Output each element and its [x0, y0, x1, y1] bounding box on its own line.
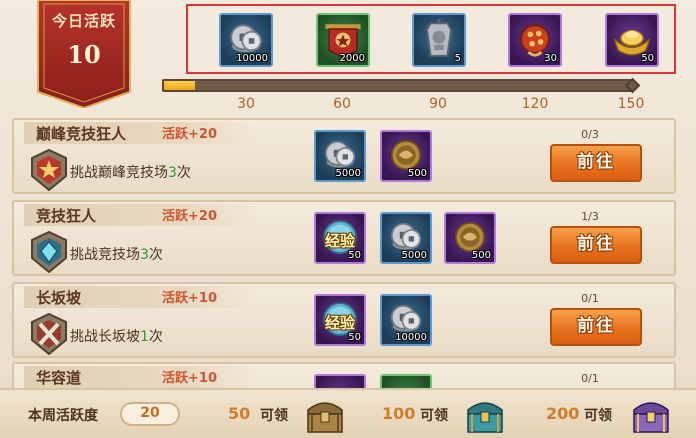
task-description-suffix: 次 [148, 247, 163, 263]
weekly-chest-points: 50 [228, 404, 251, 423]
task-required-count: 3 [140, 247, 149, 263]
reward-count: 5000 [335, 168, 361, 179]
weekly-activity-bar: 本周活跃度 20 50 可领 100 可领 200 可领 [0, 388, 696, 438]
task-progress-count: 0/3 [581, 128, 599, 141]
milestone-reward-120[interactable]: 30 [508, 13, 562, 67]
task-description: 挑战巅峰竞技场3次 [70, 162, 191, 182]
weekly-activity-label: 本周活跃度 [28, 408, 98, 424]
weekly-chest-claimable: 可领 [260, 408, 288, 424]
milestone-threshold-90: 90 [429, 96, 447, 112]
milestone-threshold-30: 30 [237, 96, 255, 112]
go-button[interactable]: 前往 [550, 226, 642, 264]
daily-activity-screen: 今日活跃 10 10000 2000 5 30 50 30 60 90 120 … [0, 0, 696, 438]
experience-label: 经验 [324, 314, 355, 332]
milestone-threshold-60: 60 [333, 96, 351, 112]
weekly-chest-claimable: 可领 [584, 408, 612, 424]
milestone-reward-150[interactable]: 50 [605, 13, 659, 67]
task-description: 挑战竞技场3次 [70, 244, 163, 264]
teal-chest-icon[interactable] [462, 392, 508, 436]
task-progress-count: 0/1 [581, 292, 599, 305]
weekly-chest-points: 200 [546, 404, 580, 423]
reward-count: 50 [348, 250, 361, 261]
milestone-threshold-120: 120 [521, 96, 549, 112]
go-button[interactable]: 前往 [550, 144, 642, 182]
reward-count: 30 [544, 53, 557, 64]
task-progress-count: 1/3 [581, 210, 599, 223]
task-row-arena: 竞技狂人 活跃+20 挑战竞技场3次 经验 50 5000 500 1/3 前往 [12, 200, 676, 276]
reward-count: 500 [471, 250, 491, 261]
weekly-chest-claimable: 可领 [420, 408, 448, 424]
task-description-text: 挑战竞技场 [70, 247, 140, 263]
task-points: 活跃+20 [162, 127, 217, 142]
task-reward-coins[interactable]: 5000 [314, 130, 366, 182]
task-name: 长坂坡 [36, 289, 82, 307]
weekly-chest-points: 100 [382, 404, 416, 423]
task-required-count: 3 [168, 165, 177, 181]
bronze-chest-icon[interactable] [302, 392, 348, 436]
task-required-count: 1 [140, 329, 149, 345]
task-reward-medal[interactable]: 500 [380, 130, 432, 182]
milestone-reward-90[interactable]: 5 [412, 13, 466, 67]
activity-progress-bar [162, 79, 632, 92]
task-description-suffix: 次 [148, 329, 163, 345]
task-row-changban: 长坂坡 活跃+10 挑战长坂坡1次 经验 50 10000 0/1 前往 [12, 282, 676, 358]
today-activity-label: 今日活跃 [51, 12, 116, 30]
task-reward-experience[interactable]: 经验 50 [314, 294, 366, 346]
task-reward-experience[interactable]: 经验 50 [314, 212, 366, 264]
today-activity-value: 10 [67, 40, 101, 69]
reward-count: 10000 [395, 332, 427, 343]
task-name: 竞技狂人 [36, 207, 97, 225]
go-button[interactable]: 前往 [550, 308, 642, 346]
milestone-threshold-150: 150 [617, 96, 645, 112]
reward-count: 5000 [401, 250, 427, 261]
task-name: 巅峰竞技狂人 [36, 125, 127, 143]
task-progress-count: 0/1 [581, 372, 599, 385]
reward-count: 2000 [339, 53, 365, 64]
crossed-swords-emblem-icon [31, 312, 67, 356]
task-reward-medal[interactable]: 500 [444, 212, 496, 264]
task-points: 活跃+10 [162, 291, 217, 306]
activity-progress-fill [164, 81, 196, 90]
purple-chest-icon[interactable] [628, 392, 674, 436]
task-reward-coins[interactable]: 5000 [380, 212, 432, 264]
task-points: 活跃+10 [162, 371, 217, 386]
red-star-emblem-icon [31, 148, 67, 192]
task-description-text: 挑战长坂坡 [70, 329, 140, 345]
reward-count: 50 [641, 53, 654, 64]
task-reward-coins[interactable]: 10000 [380, 294, 432, 346]
task-points: 活跃+20 [162, 209, 217, 224]
reward-count: 5 [454, 53, 461, 64]
task-name: 华容道 [36, 369, 82, 387]
reward-count: 10000 [236, 53, 268, 64]
milestone-reward-30[interactable]: 10000 [219, 13, 273, 67]
task-description: 挑战长坂坡1次 [70, 326, 163, 346]
task-description-suffix: 次 [176, 165, 191, 181]
reward-count: 50 [348, 332, 361, 343]
task-description-text: 挑战巅峰竞技场 [70, 165, 168, 181]
experience-label: 经验 [324, 232, 355, 250]
weekly-activity-value: 20 [120, 402, 180, 426]
blue-gem-emblem-icon [31, 230, 67, 274]
task-row-peak-arena: 巅峰竞技狂人 活跃+20 挑战巅峰竞技场3次 5000 500 0/3 前往 [12, 118, 676, 194]
milestone-reward-60[interactable]: 2000 [316, 13, 370, 67]
reward-count: 500 [407, 168, 427, 179]
today-activity-banner: 今日活跃 10 [34, 0, 134, 108]
